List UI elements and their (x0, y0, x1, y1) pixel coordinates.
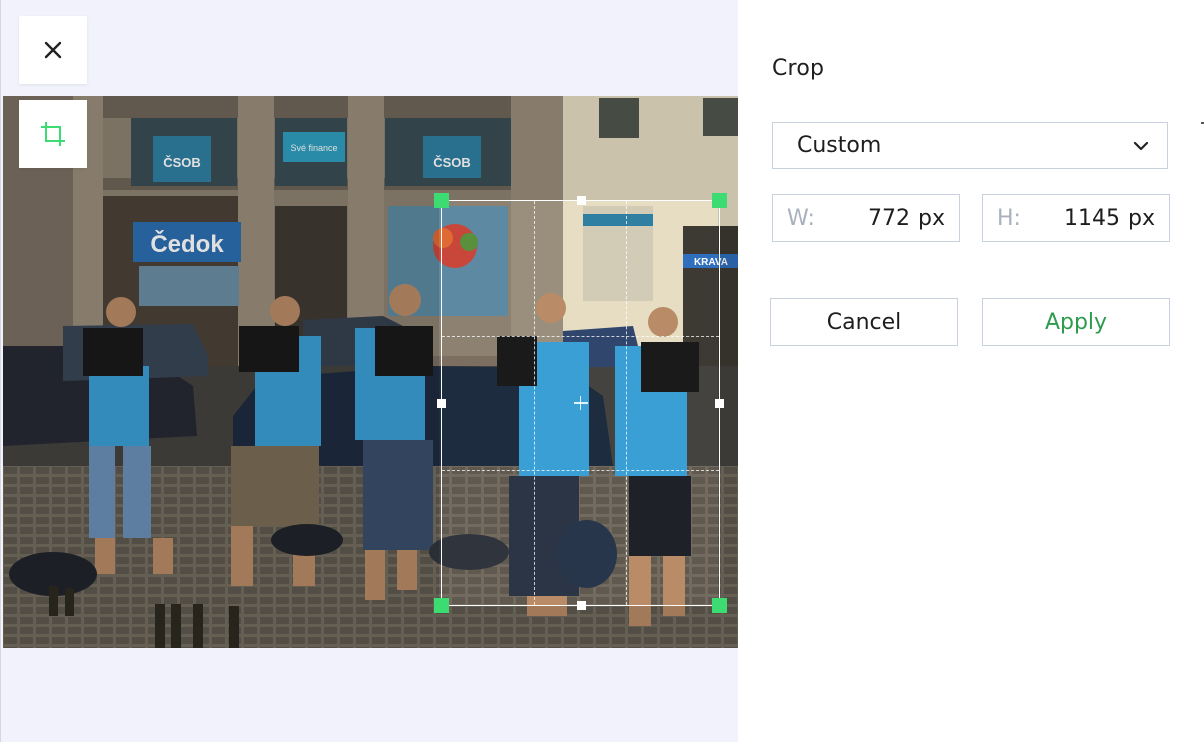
crop-panel: Crop Custom W: 772 px H: 1145 px Cancel … (738, 0, 1204, 742)
crop-handle-top-right[interactable] (712, 193, 727, 208)
crop-guide-line (626, 201, 628, 605)
height-label: H: (997, 205, 1021, 231)
crop-icon (41, 122, 65, 146)
close-button[interactable] (19, 16, 87, 84)
aspect-ratio-select[interactable]: Custom (772, 122, 1168, 169)
crop-handle-top[interactable] (576, 196, 586, 205)
width-label: W: (787, 205, 815, 231)
height-field[interactable]: H: 1145 px (982, 194, 1170, 242)
width-field[interactable]: W: 772 px (772, 194, 960, 242)
apply-button[interactable]: Apply (982, 298, 1170, 346)
width-value[interactable]: 772 (823, 206, 918, 231)
crop-center-crosshair-icon (573, 396, 588, 410)
height-unit: px (1128, 205, 1155, 231)
crop-guide-line (442, 335, 719, 337)
close-icon (44, 41, 62, 59)
chevron-down-icon (1133, 141, 1149, 150)
panel-title: Crop (772, 56, 825, 81)
crop-tool-button[interactable] (19, 100, 87, 168)
crop-handle-bottom[interactable] (576, 601, 586, 610)
crop-handle-top-left[interactable] (434, 193, 449, 208)
crop-handle-right[interactable] (715, 399, 724, 408)
crop-editor: ČSOB Své finance ČSOB Čedok KRAVA (0, 0, 1204, 742)
canvas-area: ČSOB Své finance ČSOB Čedok KRAVA (0, 0, 739, 742)
crop-guide-line (442, 470, 719, 472)
photo: ČSOB Své finance ČSOB Čedok KRAVA (3, 96, 739, 648)
cancel-button[interactable]: Cancel (770, 298, 958, 346)
crop-handle-bottom-right[interactable] (712, 598, 727, 613)
aspect-ratio-value: Custom (797, 133, 882, 158)
crop-handle-bottom-left[interactable] (434, 598, 449, 613)
crop-selection[interactable] (434, 193, 727, 613)
crop-guide-line (534, 201, 536, 605)
height-value[interactable]: 1145 (1033, 206, 1128, 231)
width-unit: px (918, 205, 945, 231)
crop-handle-left[interactable] (437, 399, 446, 408)
